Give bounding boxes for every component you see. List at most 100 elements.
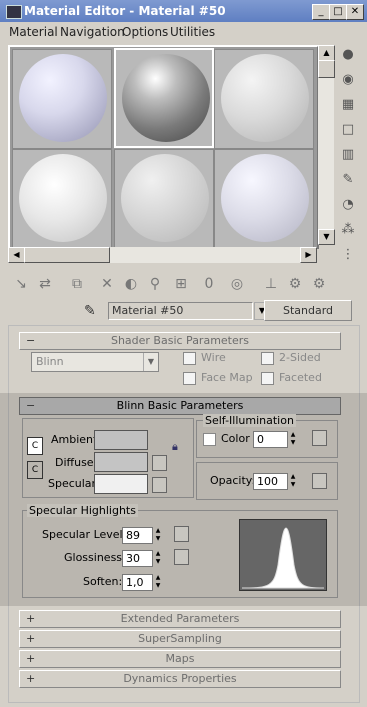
pick-material-icon[interactable]: ✎ [84,303,102,319]
scroll-down-icon[interactable]: ▼ [318,229,335,245]
go-forward-sibling-icon[interactable]: ⚙ [308,273,330,295]
material-type-button[interactable]: Standard [264,300,352,321]
rollout-shader-basic[interactable]: − Shader Basic Parameters [19,332,341,350]
sample-slot-active[interactable] [114,48,214,148]
show-map-icon[interactable]: ◎ [226,273,248,295]
glossiness-field[interactable]: 30 [122,550,153,567]
window-title: Material Editor - Material #50 [24,4,226,18]
specular-highlights-title: Specular Highlights [27,504,138,517]
sample-uv-icon[interactable]: □ [339,120,357,138]
face-map-checkbox[interactable] [183,372,196,385]
rollout-dynamics-properties[interactable]: + Dynamics Properties [19,670,341,688]
faceted-checkbox[interactable] [261,372,274,385]
self-illum-color-checkbox[interactable] [203,433,216,446]
close-button[interactable]: ✕ [346,4,364,20]
sample-slot[interactable] [12,149,112,249]
highlight-curve-graph [239,519,327,591]
put-to-scene-icon[interactable]: ⇄ [34,273,56,295]
select-by-material-icon[interactable]: ⁂ [339,220,357,238]
specular-map-button[interactable] [152,477,167,493]
rollout-blinn-basic[interactable]: − Blinn Basic Parameters [19,397,341,415]
diffuse-label: Diffuse: [55,456,98,469]
scroll-up-icon[interactable]: ▲ [318,45,335,61]
spinner-arrows-icon[interactable]: ▲ ▼ [288,431,298,447]
get-material-icon[interactable]: ↘ [10,273,32,295]
specular-color-swatch[interactable] [94,474,148,494]
scroll-right-icon[interactable]: ▶ [300,247,317,263]
rollout-title: Dynamics Properties [123,672,237,685]
diffuse-map-button[interactable] [152,455,167,471]
material-sphere [19,54,107,142]
slots-vertical-scrollbar[interactable]: ▲ ▼ [318,45,335,245]
checker-background-icon[interactable]: ▦ [339,95,357,113]
specular-level-map-button[interactable] [174,526,189,542]
menu-bar: Material Navigation Options Utilities [0,22,367,42]
rollout-title: Shader Basic Parameters [110,334,250,347]
slots-horizontal-scrollbar[interactable]: ◀ ▶ [8,247,317,263]
specular-level-field[interactable]: 89 [122,527,153,544]
make-preview-icon[interactable]: ✎ [339,170,357,188]
rollout-supersampling[interactable]: + SuperSampling [19,630,341,648]
material-sphere [122,54,210,142]
go-to-parent-icon[interactable]: ⚙ [284,273,306,295]
diffuse-color-swatch[interactable] [94,452,148,472]
assign-material-icon[interactable]: ⧉ [66,273,88,295]
opacity-map-button[interactable] [312,473,327,489]
lock-icon[interactable]: 🔒︎ [172,440,186,456]
menu-utilities[interactable]: Utilities [170,25,215,39]
soften-label: Soften: [83,575,123,588]
rollout-title: SuperSampling [138,632,222,645]
put-to-library-icon[interactable]: ⊞ [170,273,192,295]
expand-icon: + [26,612,36,625]
rollout-extended-parameters[interactable]: + Extended Parameters [19,610,341,628]
wire-checkbox[interactable] [183,352,196,365]
copy-material-icon[interactable]: ◐ [120,273,142,295]
self-illum-map-button[interactable] [312,430,327,446]
video-color-check-icon[interactable]: ▥ [339,145,357,163]
ambient-color-swatch[interactable] [94,430,148,450]
spinner-arrows-icon[interactable]: ▲ ▼ [153,527,163,543]
material-effects-channel-icon[interactable]: 0 [198,273,220,295]
soften-field[interactable]: 1,0 [122,574,153,591]
options-icon[interactable]: ◔ [339,195,357,213]
maximize-button[interactable]: □ [329,4,347,20]
spinner-arrows-icon[interactable]: ▲ ▼ [153,574,163,590]
sample-slot[interactable] [12,49,112,149]
lock-diffuse-specular-button[interactable]: C [27,461,43,479]
faceted-label: Faceted [279,371,322,384]
sphere-icon[interactable]: ● [339,45,357,63]
material-name-field[interactable]: Material #50 [108,302,253,320]
lock-ambient-diffuse-button[interactable]: C [27,437,43,455]
scroll-thumb[interactable] [318,60,335,78]
menu-material[interactable]: Material [9,25,58,39]
material-navigator-icon[interactable]: ⋮ [339,245,357,263]
highlight-curve [241,527,325,589]
menu-options[interactable]: Options [122,25,168,39]
shader-dropdown[interactable]: Blinn ▼ [31,352,159,372]
reset-material-icon[interactable]: ✕ [96,273,118,295]
minimize-button[interactable]: _ [312,4,330,20]
sample-slot[interactable] [214,149,314,249]
sample-slot[interactable] [114,149,214,249]
sample-slot[interactable] [214,49,314,149]
wire-label: Wire [201,351,226,364]
spinner-arrows-icon[interactable]: ▲ ▼ [153,550,163,566]
self-illum-value-field[interactable]: 0 [253,431,288,448]
menu-navigation[interactable]: Navigation [60,25,125,39]
specular-label: Specular: [48,477,100,490]
rollout-title: Blinn Basic Parameters [116,399,244,412]
make-unique-icon[interactable]: ⚲ [144,273,166,295]
glossiness-map-button[interactable] [174,549,189,565]
sample-slots [8,45,319,249]
backlight-icon[interactable]: ◉ [339,70,357,88]
opacity-field[interactable]: 100 [253,473,288,490]
specular-level-label: Specular Level: [42,528,127,541]
scroll-thumb[interactable] [24,247,110,263]
glossiness-label: Glossiness: [64,551,126,564]
rollout-title: Maps [165,652,195,665]
rollout-maps[interactable]: + Maps [19,650,341,668]
scroll-left-icon[interactable]: ◀ [8,247,25,263]
two-sided-checkbox[interactable] [261,352,274,365]
spinner-arrows-icon[interactable]: ▲ ▼ [288,473,298,489]
show-end-result-icon[interactable]: ⊥ [260,273,282,295]
